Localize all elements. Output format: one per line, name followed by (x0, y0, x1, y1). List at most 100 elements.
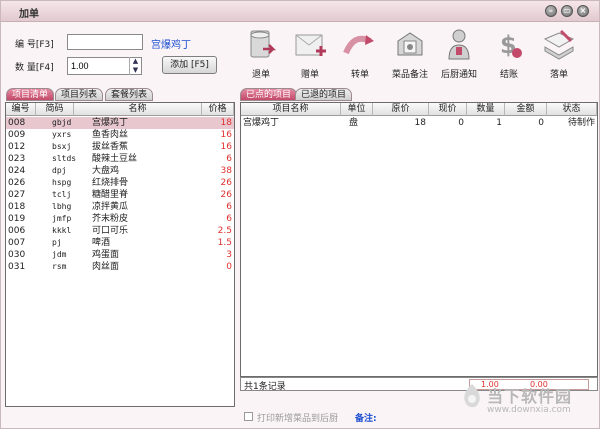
table-row[interactable]: 012 bsxj 拔丝香蕉 16 (6, 141, 234, 153)
col-header-quantity[interactable]: 数量 (467, 103, 505, 116)
spin-up-icon[interactable]: ▲ (130, 57, 141, 66)
col-header-unit[interactable]: 单位 (341, 103, 373, 116)
cell-code: kkkl (52, 226, 72, 235)
tab-ordered-items[interactable]: 已点的项目 (240, 88, 298, 101)
table-row[interactable]: 宫爆鸡丁 盘 18 0 1 0 待制作 (241, 117, 597, 129)
cell-code: gbjd (52, 118, 72, 127)
cell-id: 031 (8, 262, 26, 272)
cell-id: 027 (8, 190, 26, 200)
watermark-name: 当下软件园 (487, 387, 573, 406)
cell-quantity: 1 (496, 118, 502, 128)
toolbar-label: 转单 (350, 70, 369, 80)
table-row[interactable]: 030 jdm 鸡蛋面 3 (6, 249, 234, 261)
table-row[interactable]: 008 gbjd 宫爆鸡丁 18 (6, 117, 234, 129)
quantity-label: 数 量[F4] (15, 63, 54, 73)
table-row[interactable]: 031 rsm 肉丝面 0 (6, 261, 234, 273)
spin-down-icon[interactable]: ▼ (130, 66, 141, 75)
table-row[interactable]: 018 lbhg 凉拌黄瓜 6 (6, 201, 234, 213)
tab-item-list[interactable]: 项目清单 (6, 88, 55, 101)
tab-set-menu[interactable]: 套餐列表 (105, 88, 154, 101)
print-to-kitchen-label: 打印新增菜品到后厨 (257, 414, 339, 424)
transfer-icon (343, 35, 374, 55)
table-row[interactable]: 023 sltds 酸辣土豆丝 6 (6, 153, 234, 165)
code-input[interactable] (67, 34, 143, 50)
cell-code: yxrs (52, 130, 72, 139)
minimize-icon[interactable]: – (545, 5, 557, 17)
cell-code: pj (52, 238, 62, 247)
add-button[interactable]: 添加 [F5] (162, 56, 217, 74)
col-header-price[interactable]: 价格 (202, 103, 234, 116)
cell-code: rsm (52, 262, 67, 271)
table-row[interactable]: 019 jmfp 芥末粉皮 6 (6, 213, 234, 225)
cell-status: 待制作 (567, 118, 595, 128)
checkout-icon: $ (500, 31, 522, 59)
window-title: 加单 (19, 9, 39, 20)
record-count: 共1条记录 (244, 382, 286, 392)
cell-code: dpj (52, 166, 67, 175)
toolbar-dish-note-button[interactable]: 菜品备注 (384, 27, 436, 83)
cell-price: 2.5 (217, 226, 232, 236)
toolbar-label: 赠单 (300, 70, 319, 80)
kitchen-notify-icon (448, 29, 470, 60)
toolbar-label: 退单 (251, 70, 270, 80)
note-label: 备注: (355, 414, 377, 424)
cell-name: 可口可乐 (92, 226, 129, 236)
cell-id: 008 (8, 118, 26, 128)
cell-price: 38 (220, 166, 232, 176)
cell-code: tclj (52, 190, 72, 199)
gift-icon (295, 34, 326, 56)
col-header-amount[interactable]: 金额 (505, 103, 547, 116)
cell-id: 018 (8, 202, 26, 212)
toolbar-transfer-button[interactable]: 转单 (334, 27, 386, 83)
table-row[interactable]: 027 tclj 糖醋里脊 26 (6, 189, 234, 201)
code-label: 编 号[F3] (15, 40, 54, 50)
order-table: 项目名称 单位 原价 现价 数量 金额 状态 宫爆鸡丁 盘 18 0 1 0 待制作 (240, 102, 598, 377)
col-header-id[interactable]: 编号 (6, 103, 36, 116)
table-row[interactable]: 009 yxrs 鱼香肉丝 16 (6, 129, 234, 141)
quantity-spinner[interactable]: ▲ ▼ (129, 57, 141, 75)
table-row[interactable]: 024 dpj 大盘鸡 38 (6, 165, 234, 177)
cell-code: jdm (52, 250, 67, 259)
toolbar-return-button[interactable]: 退单 (235, 27, 287, 83)
cell-original-price: 18 (414, 118, 426, 128)
cell-price: 16 (220, 130, 232, 140)
watermark: 当下软件园 www.downxia.com (461, 381, 600, 427)
toolbar-label: 结账 (499, 70, 518, 80)
tab-returned-items[interactable]: 已退的项目 (295, 88, 353, 101)
cell-current-price: 0 (458, 118, 464, 128)
toolbar-submit-order-button[interactable]: 落单 (533, 27, 585, 83)
cell-item-name: 宫爆鸡丁 (243, 118, 280, 128)
cell-id: 012 (8, 142, 26, 152)
col-header-status[interactable]: 状态 (547, 103, 597, 116)
close-icon[interactable]: × (577, 5, 589, 17)
toolbar-kitchen-notify-button[interactable]: 后厨通知 (433, 27, 485, 83)
cell-id: 026 (8, 178, 26, 188)
toolbar-gift-button[interactable]: 赠单 (284, 27, 336, 83)
cell-name: 肉丝面 (92, 262, 120, 272)
col-header-name[interactable]: 名称 (74, 103, 202, 116)
cell-name: 糖醋里脊 (92, 190, 129, 200)
cell-price: 6 (226, 154, 232, 164)
table-row[interactable]: 026 hspg 红烧排骨 26 (6, 177, 234, 189)
cell-name: 宫爆鸡丁 (92, 118, 129, 128)
maximize-icon[interactable]: ▭ (561, 5, 573, 17)
table-row[interactable]: 006 kkkl 可口可乐 2.5 (6, 225, 234, 237)
cell-price: 26 (220, 190, 232, 200)
toolbar-checkout-button[interactable]: $ 结账 (483, 27, 535, 83)
cell-id: 024 (8, 166, 26, 176)
cell-code: hspg (52, 178, 72, 187)
cell-price: 6 (226, 202, 232, 212)
col-header-item-name[interactable]: 项目名称 (241, 103, 341, 116)
title-bar: 加单 – ▭ × (1, 1, 599, 22)
add-order-window: 加单 – ▭ × 编 号[F3] 宫爆鸡丁 数 量[F4] ▲ ▼ 添加 [F5… (0, 0, 600, 429)
table-row[interactable]: 007 pj 啤酒 1.5 (6, 237, 234, 249)
cell-unit: 盘 (349, 118, 359, 128)
col-header-code[interactable]: 简码 (36, 103, 74, 116)
cell-id: 009 (8, 130, 26, 140)
cell-name: 拔丝香蕉 (92, 142, 129, 152)
tab-item-table[interactable]: 项目列表 (55, 88, 104, 101)
watermark-logo-icon (464, 384, 480, 408)
col-header-current-price[interactable]: 现价 (429, 103, 467, 116)
print-to-kitchen-checkbox[interactable] (244, 412, 253, 421)
col-header-original-price[interactable]: 原价 (373, 103, 429, 116)
